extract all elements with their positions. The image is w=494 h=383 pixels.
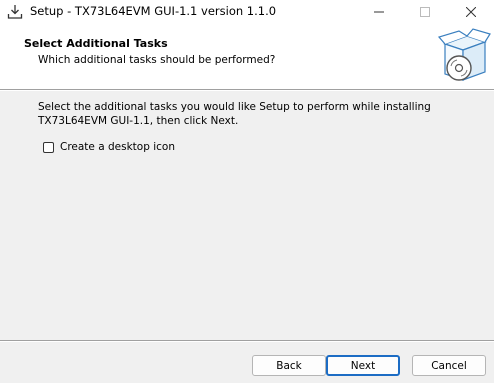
maximize-button [402,0,448,24]
maximize-icon [420,7,430,17]
setup-app-icon [7,4,23,20]
minimize-button[interactable] [356,0,402,24]
page-subtitle: Which additional tasks should be perform… [38,54,276,66]
page-title: Select Additional Tasks [24,37,168,50]
close-icon [466,7,476,17]
next-button[interactable]: Next [326,355,400,376]
desktop-icon-label[interactable]: Create a desktop icon [60,141,175,153]
desktop-icon-checkbox[interactable] [43,141,54,153]
minimize-icon [374,7,384,17]
close-button[interactable] [448,0,494,24]
setup-box-disc-icon [437,28,491,85]
header-divider-highlight [0,90,494,91]
footer-divider-highlight [0,341,494,342]
window-title: Setup - TX73L64EVM GUI-1.1 version 1.1.0 [30,4,277,18]
title-bar: Setup - TX73L64EVM GUI-1.1 version 1.1.0 [0,0,494,24]
back-button[interactable]: Back [252,355,326,376]
task-desktop-icon[interactable]: Create a desktop icon [43,140,175,154]
cancel-button[interactable]: Cancel [412,355,486,376]
tasks-description: Select the additional tasks you would li… [38,101,431,127]
wizard-header: Select Additional Tasks Which additional… [0,24,494,89]
